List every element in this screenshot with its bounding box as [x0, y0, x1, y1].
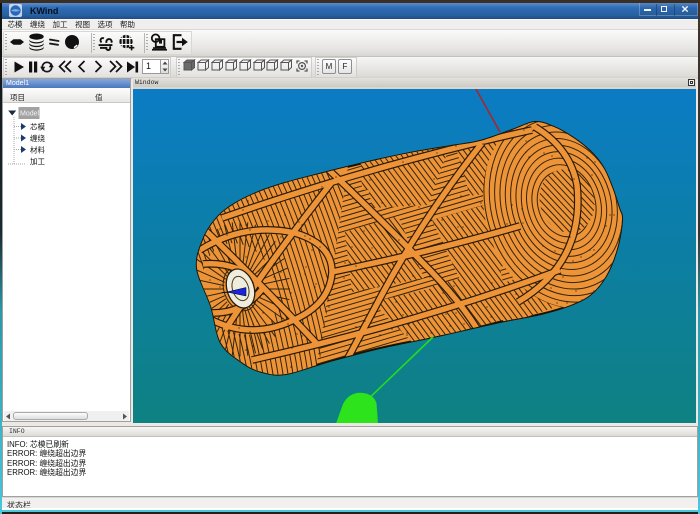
svg-text:材料: 材料 — [30, 145, 45, 155]
svg-text:加工: 加工 — [30, 156, 45, 166]
svg-text:缠绕: 缠绕 — [30, 133, 45, 143]
svg-text:芯模: 芯模 — [30, 122, 45, 132]
svg-text:Model: Model — [20, 111, 40, 118]
